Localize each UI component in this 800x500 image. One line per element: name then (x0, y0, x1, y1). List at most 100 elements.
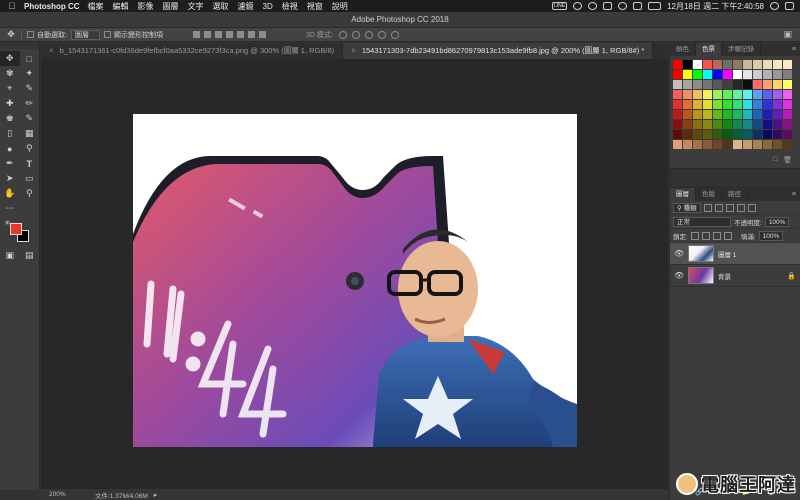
swatch[interactable] (763, 130, 772, 139)
swatch[interactable] (703, 70, 712, 79)
swatch[interactable] (753, 100, 762, 109)
swatch[interactable] (723, 100, 732, 109)
clone-stamp-icon[interactable]: ♚ (0, 111, 20, 126)
align-vcenter-icon[interactable] (203, 31, 211, 38)
dodge-tool-icon[interactable]: ⚲ (20, 141, 40, 156)
swatch[interactable] (743, 110, 752, 119)
path-select-icon[interactable]: ➤ (0, 171, 20, 186)
swatch[interactable] (753, 130, 762, 139)
distribute-icon[interactable] (258, 31, 266, 38)
menu-filter[interactable]: 濾鏡 (238, 1, 254, 12)
line-status-label[interactable]: LINE (551, 2, 568, 10)
swatch[interactable] (673, 70, 682, 79)
menu-image[interactable]: 影像 (138, 1, 154, 12)
swatch[interactable] (773, 140, 782, 149)
3d-drag-icon[interactable] (364, 30, 373, 39)
type-tool-icon[interactable]: T (20, 156, 40, 171)
eraser-tool-icon[interactable]: ▯ (0, 126, 20, 141)
menu-file[interactable]: 檔案 (88, 1, 104, 12)
swatch[interactable] (763, 120, 772, 129)
swatch[interactable] (723, 60, 732, 69)
swatch[interactable] (763, 60, 772, 69)
swatch[interactable] (743, 130, 752, 139)
swatch[interactable] (673, 120, 682, 129)
3d-roll-icon[interactable] (351, 30, 360, 39)
eye-icon[interactable]: 👁 (674, 271, 684, 280)
filter-type-icon[interactable] (725, 203, 734, 212)
swatch[interactable] (713, 100, 722, 109)
swatch[interactable] (693, 70, 702, 79)
3d-rotate-icon[interactable] (338, 30, 347, 39)
swatch[interactable] (683, 110, 692, 119)
hand-tool-icon[interactable]: ✋ (0, 186, 20, 201)
swatch[interactable] (733, 70, 742, 79)
swatch[interactable] (693, 140, 702, 149)
panel-grip[interactable] (0, 43, 39, 49)
layer-item[interactable]: 👁 圖層 1 (670, 243, 800, 265)
swatch[interactable] (693, 90, 702, 99)
swatch[interactable] (723, 80, 732, 89)
align-bottom-icon[interactable] (214, 31, 222, 38)
sync-icon[interactable] (573, 2, 583, 10)
align-left-icon[interactable] (225, 31, 233, 38)
swatch[interactable] (753, 70, 762, 79)
swatch[interactable] (733, 140, 742, 149)
swatch[interactable] (743, 60, 752, 69)
swatch[interactable] (733, 130, 742, 139)
menu-view[interactable]: 檢視 (282, 1, 298, 12)
fill-input[interactable]: 100% (758, 230, 784, 241)
swatch[interactable] (773, 100, 782, 109)
swatch[interactable] (783, 100, 792, 109)
swatch[interactable] (713, 110, 722, 119)
align-right-icon[interactable] (247, 31, 255, 38)
swatch[interactable] (713, 90, 722, 99)
filter-adjust-icon[interactable] (714, 203, 723, 212)
swatch[interactable] (723, 120, 732, 129)
screen-mode-icon[interactable]: ▤ (20, 248, 40, 263)
menu-3d[interactable]: 3D (263, 2, 273, 11)
rectangle-tool-icon[interactable]: ▭ (20, 171, 40, 186)
crop-tool-icon[interactable]: ⌖ (0, 81, 20, 96)
swatch[interactable] (683, 80, 692, 89)
panel-menu-icon[interactable]: ≡ (792, 43, 800, 56)
swatch[interactable] (703, 80, 712, 89)
swatch[interactable] (743, 120, 752, 129)
swatch[interactable] (783, 110, 792, 119)
swatch[interactable] (683, 70, 692, 79)
swatch[interactable] (773, 90, 782, 99)
brush-tool-icon[interactable]: ✏ (20, 96, 40, 111)
canvas-area[interactable] (41, 59, 668, 489)
swatch[interactable] (733, 60, 742, 69)
swatch[interactable] (783, 60, 792, 69)
swatch[interactable] (783, 130, 792, 139)
swatch[interactable] (703, 130, 712, 139)
filter-shape-icon[interactable] (736, 203, 745, 212)
history-brush-icon[interactable]: ✎ (20, 111, 40, 126)
swatch[interactable] (693, 130, 702, 139)
layer-name[interactable]: 背景 (718, 271, 731, 281)
workspace-icon[interactable]: ▣ (783, 29, 792, 40)
opacity-input[interactable]: 100% (764, 216, 790, 227)
tab-swatches[interactable]: 色票 (696, 43, 722, 56)
swatch[interactable] (693, 80, 702, 89)
swatch[interactable] (783, 70, 792, 79)
marquee-tool-icon[interactable]: □ (20, 51, 40, 66)
swatch[interactable] (753, 120, 762, 129)
swatch[interactable] (703, 140, 712, 149)
swatch[interactable] (743, 80, 752, 89)
swatch[interactable] (723, 110, 732, 119)
swatch[interactable] (713, 70, 722, 79)
swatch[interactable] (723, 70, 732, 79)
swatch[interactable] (763, 100, 772, 109)
swatch[interactable] (683, 90, 692, 99)
swatch[interactable] (693, 120, 702, 129)
swatch[interactable] (733, 80, 742, 89)
wifi-icon[interactable] (618, 2, 628, 10)
swatch[interactable] (673, 110, 682, 119)
menu-edit[interactable]: 編輯 (113, 1, 129, 12)
lasso-tool-icon[interactable]: ✾ (0, 66, 20, 81)
swatch[interactable] (723, 130, 732, 139)
foreground-color[interactable] (10, 223, 22, 235)
search-icon[interactable] (770, 2, 779, 10)
magic-wand-icon[interactable]: ✦ (20, 66, 40, 81)
